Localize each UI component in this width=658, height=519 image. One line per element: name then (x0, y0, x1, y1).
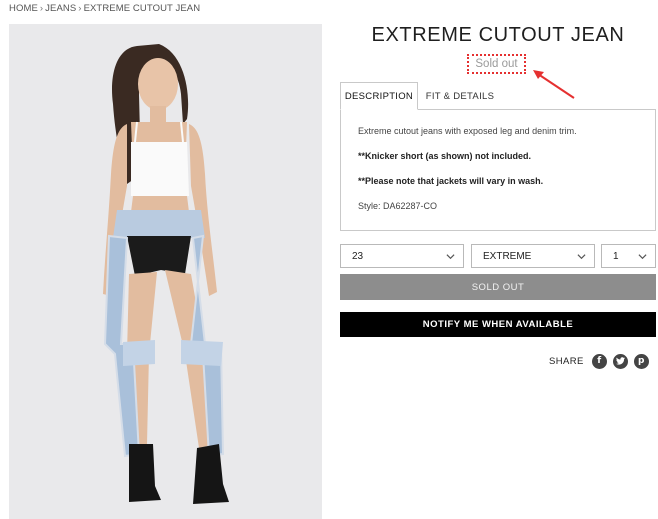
breadcrumb: HOME › JEANS › EXTREME CUTOUT JEAN (9, 3, 200, 14)
share-bar: SHARE f p (549, 352, 655, 370)
breadcrumb-home-link[interactable]: HOME (9, 3, 38, 14)
sold-out-annotation-box: Sold out (467, 54, 526, 74)
style-select-value: EXTREME (483, 250, 532, 262)
breadcrumb-separator: › (39, 3, 44, 14)
sold-out-button: SOLD OUT (340, 274, 656, 300)
description-note-jackets: **Please note that jackets will vary in … (358, 176, 544, 186)
quantity-select-value: 1 (613, 250, 619, 262)
facebook-icon[interactable]: f (591, 353, 607, 369)
product-photo (9, 24, 322, 519)
chevron-down-icon (638, 254, 647, 260)
style-number: Style: DA62287-CO (358, 201, 438, 211)
chevron-down-icon (577, 254, 586, 260)
breadcrumb-current: EXTREME CUTOUT JEAN (83, 3, 201, 14)
chevron-down-icon (446, 254, 455, 260)
notify-me-button[interactable]: NOTIFY ME WHEN AVAILABLE (340, 312, 656, 337)
description-text: Extreme cutout jeans with exposed leg an… (358, 126, 577, 136)
style-select[interactable]: EXTREME (471, 244, 595, 268)
description-note-shorts: **Knicker short (as shown) not included. (358, 151, 532, 161)
twitter-icon[interactable] (612, 353, 628, 369)
stock-status: Sold out (475, 58, 518, 70)
tab-fit-details[interactable]: FIT & DETAILS (420, 82, 500, 110)
size-select-value: 23 (352, 250, 364, 262)
product-tabs: DESCRIPTION FIT & DETAILS (340, 82, 656, 110)
breadcrumb-separator: › (78, 3, 82, 14)
share-label: SHARE (549, 355, 584, 367)
description-panel: Extreme cutout jeans with exposed leg an… (340, 109, 656, 231)
size-select[interactable]: 23 (340, 244, 464, 268)
quantity-select[interactable]: 1 (601, 244, 656, 268)
product-title: EXTREME CUTOUT JEAN (371, 24, 625, 46)
product-image[interactable] (9, 24, 322, 519)
breadcrumb-jeans-link[interactable]: JEANS (45, 3, 76, 14)
pinterest-icon[interactable]: p (633, 353, 649, 369)
tab-description[interactable]: DESCRIPTION (340, 82, 418, 110)
